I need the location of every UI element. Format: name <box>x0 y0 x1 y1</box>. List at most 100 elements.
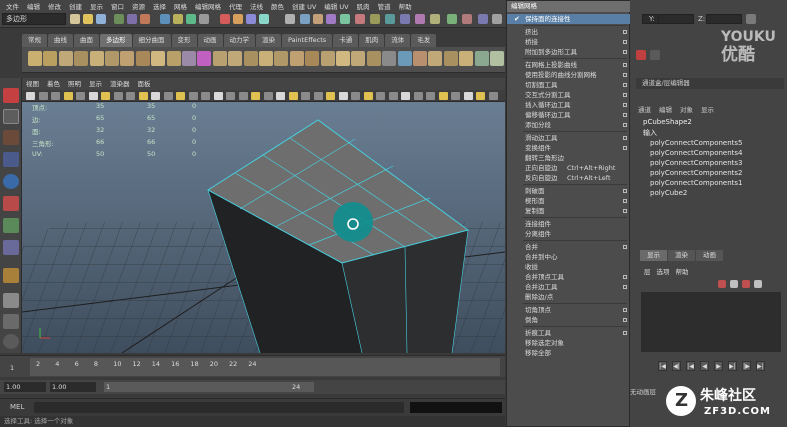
panel-tool-9-icon[interactable] <box>138 92 148 100</box>
panel-layout-9-icon[interactable] <box>415 14 425 24</box>
panel-tool-32-icon[interactable] <box>426 92 435 100</box>
shelf-tool-30-icon[interactable] <box>490 51 504 66</box>
panel-tool-35-icon[interactable] <box>463 92 473 100</box>
snap-plane-icon[interactable] <box>199 14 209 24</box>
manipulator-handle[interactable] <box>333 202 373 242</box>
shelf-tool-21-icon[interactable] <box>351 51 366 66</box>
menu-3[interactable]: 创建 <box>65 1 86 11</box>
shelf-tool-10-icon[interactable] <box>182 51 196 66</box>
menu-item-21[interactable]: 楔形面 <box>507 196 631 206</box>
menu-item-20[interactable]: 刺破面 <box>507 186 631 196</box>
menu-item-22[interactable]: 复制面 <box>507 206 631 216</box>
shelf-tab-8[interactable]: 渲染 <box>256 34 281 47</box>
panel-tool-27-icon[interactable] <box>363 92 373 100</box>
panel-tool-29-icon[interactable] <box>388 92 398 100</box>
field-y[interactable] <box>658 14 694 24</box>
menu-13[interactable]: 创建 UV <box>288 1 320 11</box>
panel-tool-1-icon[interactable] <box>38 92 48 100</box>
panel-tool-10-icon[interactable] <box>151 92 160 100</box>
layout-single-icon[interactable] <box>3 293 19 308</box>
menu-1[interactable]: 编辑 <box>23 1 44 11</box>
record-icon[interactable] <box>636 50 646 60</box>
panel-tool-3-icon[interactable] <box>63 92 73 100</box>
shelf-tool-27-icon[interactable] <box>443 51 458 66</box>
option-box-icon[interactable] <box>623 83 627 87</box>
option-box-icon[interactable] <box>623 285 627 289</box>
panel-menu-1[interactable]: 着色 <box>43 78 64 90</box>
panel-tool-37-icon[interactable] <box>488 92 498 100</box>
select-hierarchy-icon[interactable] <box>114 14 124 24</box>
menu-8[interactable]: 网格 <box>170 1 191 11</box>
menu-item-6[interactable]: 在网格上投影曲线 <box>507 60 631 70</box>
go-start-icon[interactable]: |◀ <box>658 361 667 371</box>
shelf-tab-0[interactable]: 常规 <box>22 34 47 47</box>
shelf-tool-11-icon[interactable] <box>197 51 212 66</box>
menu-14[interactable]: 编辑 UV <box>320 1 352 11</box>
time-slider[interactable]: 1 2 4 6 8 10 12 14 16 18 20 22 24 <box>0 355 505 377</box>
menu-item-3[interactable]: 桥接 <box>507 37 631 47</box>
panel-tool-19-icon[interactable] <box>263 92 273 100</box>
option-box-icon[interactable] <box>623 73 627 77</box>
shelf-tab-13[interactable]: 毛发 <box>411 34 437 47</box>
panel-tool-8-icon[interactable] <box>126 92 135 100</box>
script-icon[interactable] <box>3 334 19 349</box>
shelf-tool-13-icon[interactable] <box>228 51 243 66</box>
panel-layout-10-icon[interactable] <box>430 14 440 24</box>
menu-item-17[interactable]: 正向自旋边 Ctrl+Alt+Right <box>507 163 631 173</box>
panel-layout-7-icon[interactable] <box>385 14 395 24</box>
step-back-icon[interactable]: ◀| <box>672 361 681 371</box>
menu-item-10[interactable]: 插入循环边工具 <box>507 100 631 110</box>
option-box-icon[interactable] <box>623 93 627 97</box>
option-box-icon[interactable] <box>623 189 627 193</box>
shelf-tool-4-icon[interactable] <box>89 51 104 66</box>
panel-tool-7-icon[interactable] <box>113 92 123 100</box>
panel-menu-5[interactable]: 面板 <box>134 78 155 90</box>
shelf-tab-1[interactable]: 曲线 <box>48 34 73 47</box>
new-layer-selected-icon[interactable] <box>730 280 738 288</box>
select-object-icon[interactable] <box>127 14 137 24</box>
option-box-icon[interactable] <box>623 113 627 117</box>
menu-item-4[interactable]: 附加到多边形工具 <box>507 47 631 57</box>
menu-item-2[interactable]: 挤出 <box>507 27 631 37</box>
panel-tool-5-icon[interactable] <box>88 92 98 100</box>
layer-menu-2[interactable]: 帮助 <box>676 266 689 276</box>
layer-tab-1[interactable]: 渲染 <box>668 250 695 261</box>
panel-tool-16-icon[interactable] <box>226 92 235 100</box>
menu-item-27[interactable]: 合并 <box>507 242 631 252</box>
render-frame-icon[interactable] <box>233 14 243 24</box>
panel-layout-8-icon[interactable] <box>400 14 410 24</box>
step-forward-icon[interactable]: |▶ <box>742 361 751 371</box>
layer-menu-0[interactable]: 层 <box>644 266 651 276</box>
panel-tool-28-icon[interactable] <box>376 92 385 100</box>
shelf-tab-5[interactable]: 变形 <box>171 34 197 47</box>
menu-6[interactable]: 资源 <box>128 1 149 11</box>
start-time-field[interactable]: 1.00 <box>4 382 46 392</box>
play-forward-icon[interactable]: ▶ <box>714 361 723 371</box>
menu-2[interactable]: 修改 <box>44 1 65 11</box>
new-scene-icon[interactable] <box>70 14 80 24</box>
soft-mod-icon[interactable] <box>3 240 19 255</box>
panel-tool-24-icon[interactable] <box>326 92 335 100</box>
open-scene-icon[interactable] <box>83 14 93 24</box>
mel-input[interactable] <box>34 402 404 413</box>
panel-layout-4-icon[interactable] <box>340 14 350 24</box>
panel-tool-12-icon[interactable] <box>176 92 185 100</box>
layer-list[interactable] <box>641 292 781 352</box>
shelf-tool-28-icon[interactable] <box>459 51 474 66</box>
panel-layout-12-icon[interactable] <box>462 14 472 24</box>
shelf-tool-0-icon[interactable] <box>28 51 42 66</box>
panel-tool-36-icon[interactable] <box>476 92 485 100</box>
layout-quad-icon[interactable] <box>3 314 19 329</box>
shelf-tool-5-icon[interactable] <box>105 51 119 66</box>
menu-item-15[interactable]: 变换组件 <box>507 143 631 153</box>
step-key-forward-icon[interactable]: ▶| <box>728 361 737 371</box>
menu-item-8[interactable]: 切割面工具 <box>507 80 631 90</box>
panel-tool-4-icon[interactable] <box>76 92 85 100</box>
shelf-tab-3[interactable]: 多边形 <box>100 34 132 47</box>
option-box-icon[interactable] <box>623 136 627 140</box>
menu-item-11[interactable]: 偏移循环边工具 <box>507 110 631 120</box>
menu-item-16[interactable]: 翻转三角形边 <box>507 153 631 163</box>
shelf-tab-11[interactable]: 肌肉 <box>359 34 385 47</box>
option-box-icon[interactable] <box>623 245 627 249</box>
menu-item-25[interactable]: 分离组件 <box>507 229 631 239</box>
